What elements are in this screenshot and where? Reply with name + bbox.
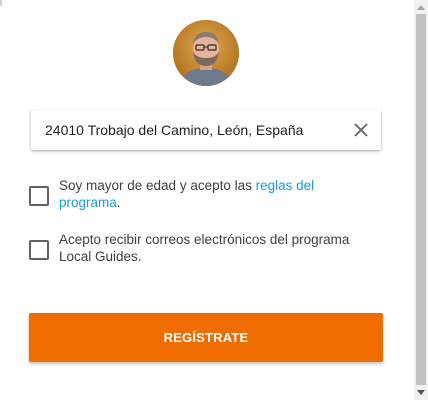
email-consent-row: Acepto recibir correos electrónicos del … xyxy=(29,231,389,265)
age-consent-checkbox[interactable] xyxy=(29,186,49,206)
age-consent-label: Soy mayor de edad y acepto las reglas de… xyxy=(59,177,359,211)
frame-edge xyxy=(0,0,2,6)
address-input[interactable] xyxy=(31,110,341,150)
signup-page: Soy mayor de edad y acepto las reglas de… xyxy=(0,0,428,400)
scroll-up-button[interactable] xyxy=(414,0,428,14)
age-consent-suffix: . xyxy=(116,195,121,210)
register-button[interactable]: REGÍSTRATE xyxy=(29,313,383,362)
clear-address-button[interactable] xyxy=(351,120,371,140)
close-icon xyxy=(354,123,368,137)
avatar xyxy=(173,20,239,86)
age-consent-row: Soy mayor de edad y acepto las reglas de… xyxy=(29,177,389,211)
email-consent-checkbox[interactable] xyxy=(29,240,49,260)
arrow-down-icon xyxy=(417,390,425,395)
address-field xyxy=(31,110,381,150)
scroll-thumb[interactable] xyxy=(416,14,426,385)
arrow-up-icon xyxy=(417,5,425,10)
age-consent-text: Soy mayor de edad y acepto las xyxy=(59,178,256,193)
email-consent-label: Acepto recibir correos electrónicos del … xyxy=(59,232,350,264)
avatar-photo xyxy=(173,20,239,86)
scroll-down-button[interactable] xyxy=(414,386,428,400)
vertical-scrollbar[interactable] xyxy=(414,0,428,400)
